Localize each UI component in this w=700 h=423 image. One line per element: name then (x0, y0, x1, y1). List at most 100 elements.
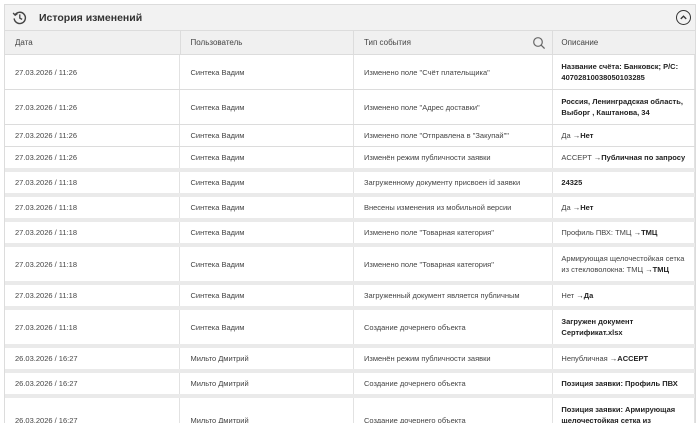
column-date[interactable]: Дата (5, 31, 181, 54)
table-body: 27.03.2026 / 11:26 Синтека Вадим Изменено … (5, 55, 695, 423)
table-row: 26.03.2026 / 16:27 Мильто Дмитрий Создание… (5, 398, 695, 423)
row-date: 27.03.2026 / 11:18 (5, 247, 181, 281)
table-row: 27.03.2026 / 11:26 Синтека Вадим Изменено … (5, 90, 695, 125)
old-value: Да (561, 131, 573, 140)
chevron-up-icon (680, 15, 687, 20)
old-value: ACCEPT (561, 153, 594, 162)
row-description: Название счёта: Банковск; Р/С: 407028100… (553, 55, 695, 89)
table-row: 27.03.2026 / 11:18 Синтека Вадим Загруженн… (5, 172, 695, 197)
old-value: Нет (561, 291, 577, 300)
column-event-type[interactable]: Тип события (354, 31, 554, 54)
old-value: Непубличная (561, 354, 610, 363)
table-row: 27.03.2026 / 11:26 Синтека Вадим Изменено … (5, 55, 695, 90)
row-event-type: Изменено поле "Отправлена в "Закупай"" (354, 125, 554, 146)
new-value: Публичная по запросу (601, 153, 686, 162)
row-user: Синтека Вадим (180, 222, 354, 243)
change-arrow: → (633, 228, 642, 237)
row-user: Синтека Вадим (180, 172, 354, 193)
row-date: 27.03.2026 / 11:18 (5, 310, 181, 344)
new-value: Позиция заявки: Армирующая щелочестойкая… (561, 404, 676, 423)
row-event-type: Изменён режим публичности заявки (354, 348, 554, 369)
row-date: 27.03.2026 / 11:18 (5, 197, 181, 218)
row-user: Синтека Вадим (180, 147, 354, 168)
new-value: 24325 (561, 178, 583, 187)
row-user: Синтека Вадим (180, 90, 354, 124)
row-description: Нет →Да (553, 285, 695, 306)
row-event-type: Изменено поле "Счёт плательщика" (354, 55, 554, 89)
table-row: 26.03.2026 / 16:27 Мильто Дмитрий Изменён … (5, 348, 695, 373)
search-icon[interactable] (532, 36, 546, 50)
row-description: Непубличная →ACCEPT (553, 348, 695, 369)
new-value: Россия, Ленинградская область, Выборг , … (561, 97, 683, 117)
row-event-type: Загруженный документ является публичным (354, 285, 554, 306)
row-event-type: Изменено поле "Товарная категория" (354, 222, 554, 243)
row-date: 27.03.2026 / 11:26 (5, 147, 181, 168)
row-user: Синтека Вадим (180, 247, 354, 281)
row-date: 27.03.2026 / 11:18 (5, 285, 181, 306)
change-arrow: → (645, 265, 653, 274)
row-date: 26.03.2026 / 16:27 (5, 373, 181, 394)
old-value: Профиль ПВХ: ТМЦ (561, 228, 634, 237)
row-description: Да →Нет (553, 125, 695, 146)
row-user: Синтека Вадим (180, 285, 354, 306)
change-arrow: → (576, 291, 584, 300)
row-event-type: Изменено поле "Товарная категория" (354, 247, 554, 281)
row-event-type: Создание дочернего объекта (354, 310, 554, 344)
row-user: Синтека Вадим (180, 197, 354, 218)
table-row: 27.03.2026 / 11:26 Синтека Вадим Изменён р… (5, 147, 695, 172)
row-user: Синтека Вадим (180, 310, 354, 344)
row-description: Да →Нет (553, 197, 695, 218)
row-event-type: Изменён режим публичности заявки (354, 147, 554, 168)
table-row: 27.03.2026 / 11:26 Синтека Вадим Изменено … (5, 125, 695, 147)
row-user: Синтека Вадим (180, 125, 354, 146)
column-event-type-label: Тип события (364, 38, 411, 47)
new-value: Загружен документ Сертификат.xlsx (561, 317, 634, 337)
row-date: 27.03.2026 / 11:18 (5, 172, 181, 193)
row-date: 26.03.2026 / 16:27 (5, 398, 181, 423)
row-event-type: Загруженному документу присвоен id заявк… (354, 172, 554, 193)
row-description: 24325 (553, 172, 695, 193)
row-user: Мильто Дмитрий (180, 373, 354, 394)
row-user: Синтека Вадим (180, 55, 354, 89)
table-header: Дата Пользователь Тип события Описание (5, 31, 695, 55)
row-event-type: Создание дочернего объекта (354, 398, 554, 423)
row-description: Загружен документ Сертификат.xlsx (553, 310, 695, 344)
row-description: ACCEPT →Публичная по запросу (553, 147, 695, 168)
history-panel: История изменений Дата Пользователь Тип … (4, 4, 696, 423)
table-row: 27.03.2026 / 11:18 Синтека Вадим Создание … (5, 310, 695, 348)
new-value: Нет (580, 203, 594, 212)
row-description: Армирующая щелочестойкая сетка из стекло… (553, 247, 695, 281)
row-description: Профиль ПВХ: ТМЦ →ТМЦ (553, 222, 695, 243)
panel-header[interactable]: История изменений (5, 5, 695, 31)
history-icon (11, 10, 27, 26)
row-event-type: Внесены изменения из мобильной версии (354, 197, 554, 218)
row-description: Позиция заявки: Армирующая щелочестойкая… (553, 398, 695, 423)
collapse-button[interactable] (676, 10, 691, 25)
new-value: Позиция заявки: Профиль ПВХ (561, 379, 678, 388)
new-value: Нет (580, 131, 594, 140)
old-value: Да (561, 203, 573, 212)
row-date: 27.03.2026 / 11:26 (5, 55, 181, 89)
table-row: 27.03.2026 / 11:18 Синтека Вадим Изменено … (5, 247, 695, 285)
row-event-type: Создание дочернего объекта (354, 373, 554, 394)
row-date: 27.03.2026 / 11:18 (5, 222, 181, 243)
table-row: 27.03.2026 / 11:18 Синтека Вадим Внесены и… (5, 197, 695, 222)
row-date: 27.03.2026 / 11:26 (5, 90, 181, 124)
new-value: Да (583, 291, 594, 300)
column-description[interactable]: Описание (553, 31, 695, 54)
new-value: Название счёта: Банковск; Р/С: 407028100… (561, 62, 679, 82)
row-description: Россия, Ленинградская область, Выборг , … (553, 90, 695, 124)
row-date: 26.03.2026 / 16:27 (5, 348, 181, 369)
new-value: ACCEPT (617, 354, 649, 363)
table-row: 26.03.2026 / 16:27 Мильто Дмитрий Создание… (5, 373, 695, 398)
new-value: ТМЦ (641, 228, 658, 237)
row-user: Мильто Дмитрий (180, 348, 354, 369)
row-event-type: Изменено поле "Адрес доставки" (354, 90, 554, 124)
column-user[interactable]: Пользователь (181, 31, 354, 54)
row-description: Позиция заявки: Профиль ПВХ (553, 373, 695, 394)
table-row: 27.03.2026 / 11:18 Синтека Вадим Загруженн… (5, 285, 695, 310)
panel-title: История изменений (39, 11, 143, 24)
new-value: ТМЦ (652, 265, 669, 274)
table-row: 27.03.2026 / 11:18 Синтека Вадим Изменено … (5, 222, 695, 247)
row-user: Мильто Дмитрий (180, 398, 354, 423)
